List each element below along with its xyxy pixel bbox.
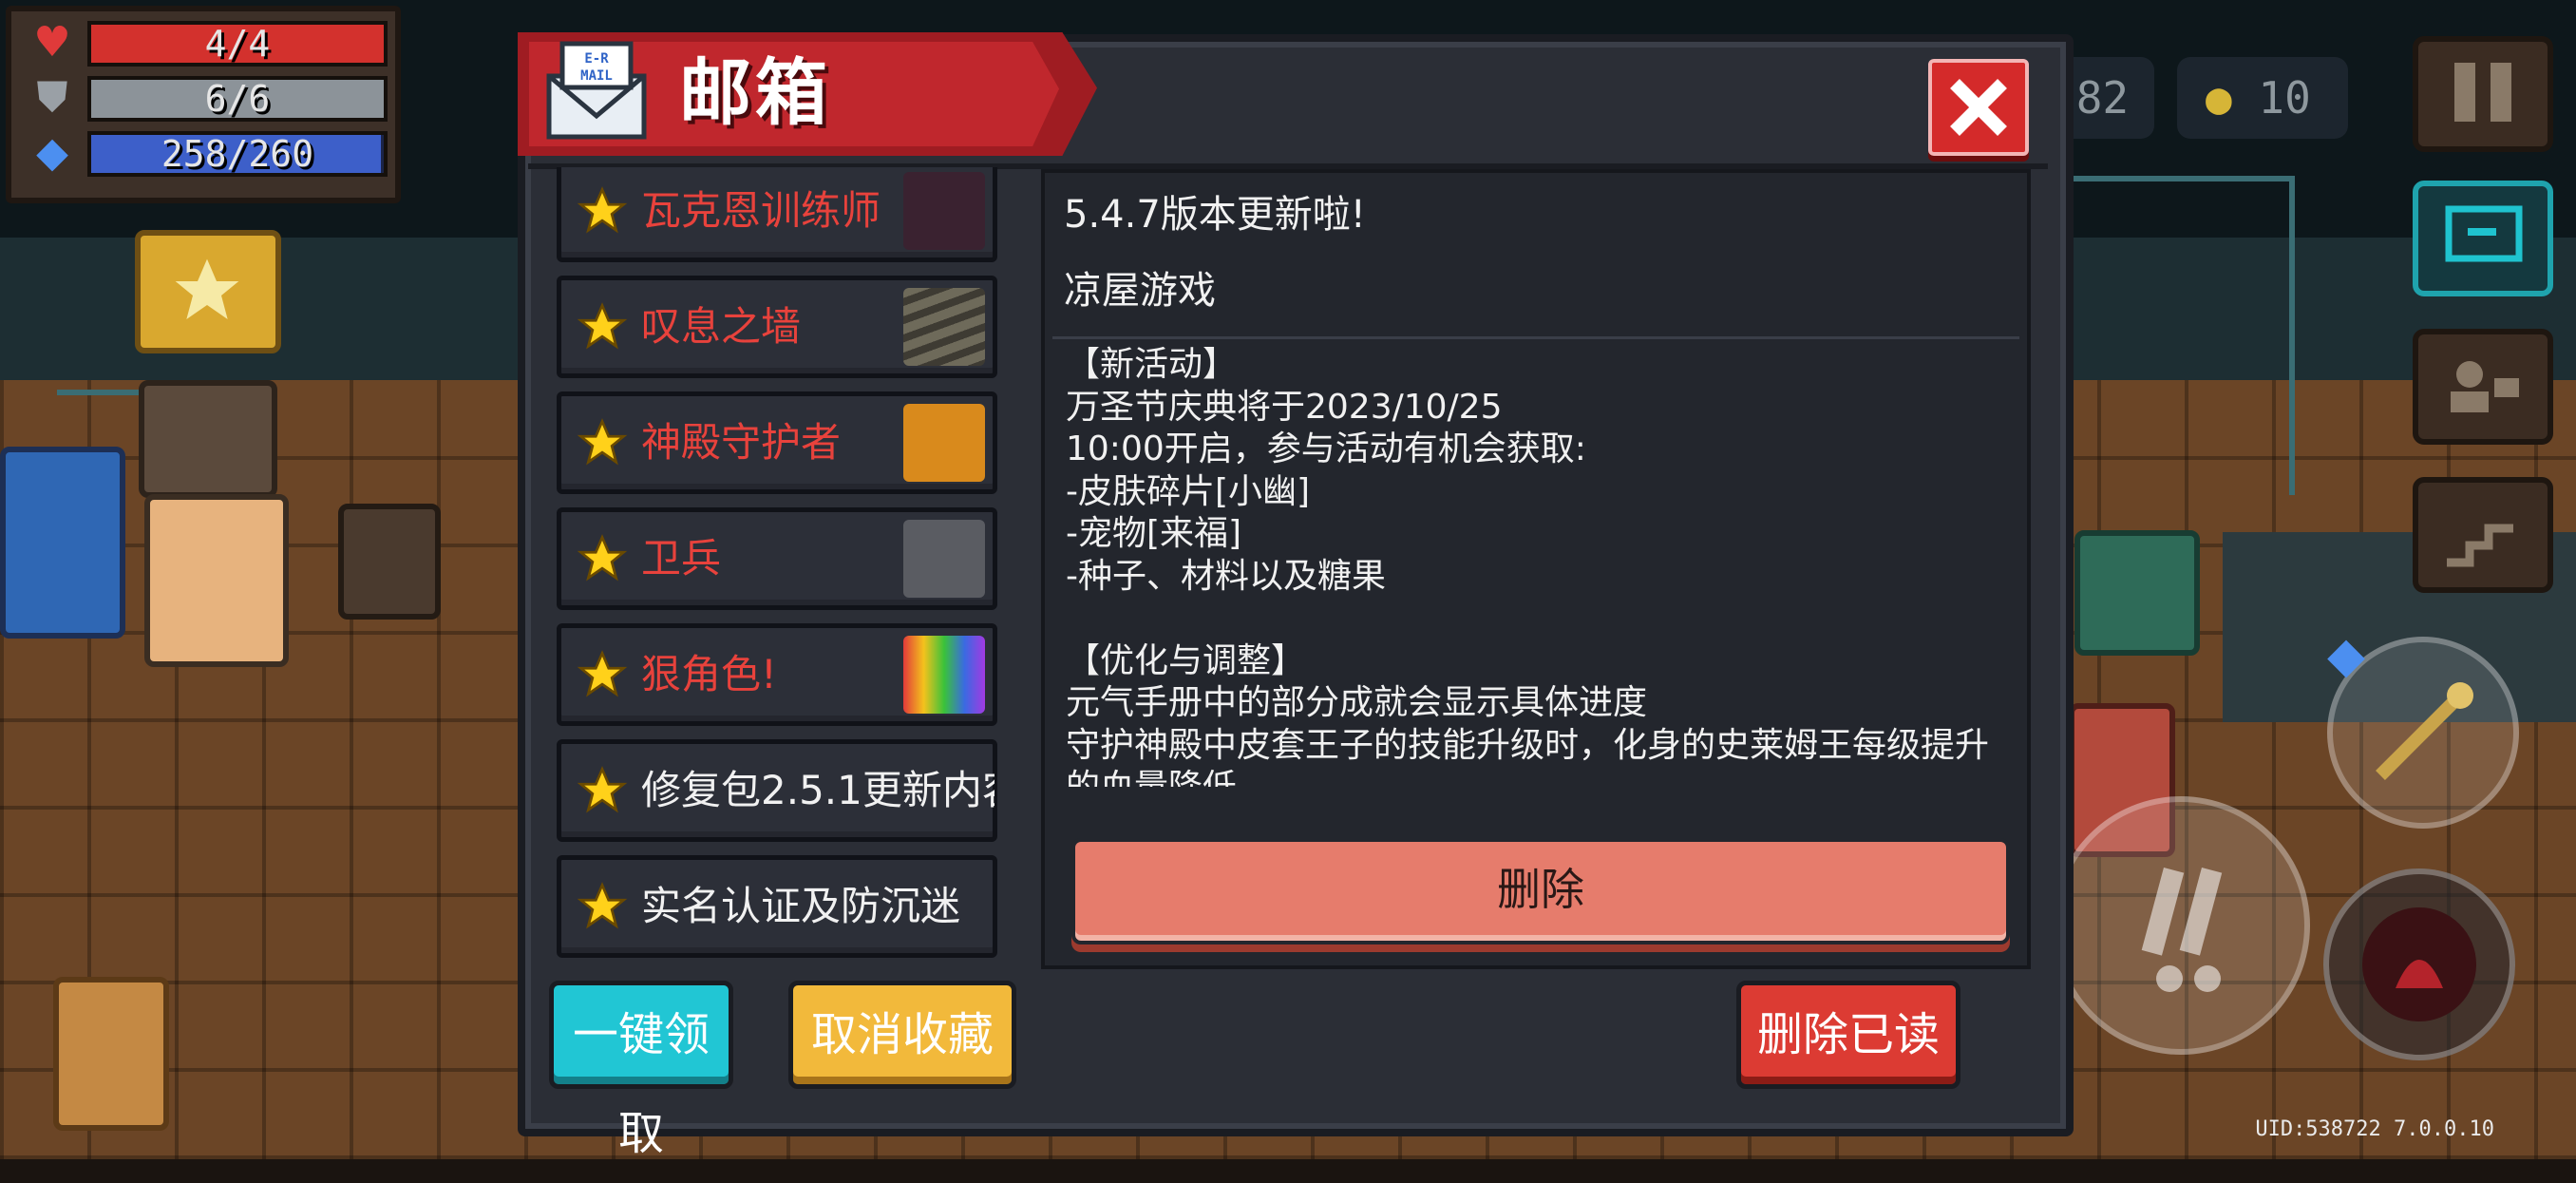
star-icon bbox=[577, 418, 628, 466]
mail-list-item[interactable]: 实名认证及防沉迷 bbox=[557, 855, 997, 958]
armor-bar: 6/6 bbox=[87, 76, 388, 122]
claim-all-button[interactable]: 一键领取 bbox=[549, 981, 733, 1160]
star-icon bbox=[175, 258, 239, 319]
skill-icon bbox=[2362, 907, 2476, 1021]
unfavorite-button[interactable]: 取消收藏 bbox=[788, 981, 1016, 1089]
chest[interactable] bbox=[338, 504, 441, 620]
dog-character bbox=[53, 977, 169, 1131]
energy-diamond-icon: ◆ bbox=[36, 128, 68, 177]
delete-button[interactable]: 删除 bbox=[1071, 838, 2010, 944]
close-icon bbox=[1950, 79, 2007, 136]
close-button[interactable] bbox=[1928, 59, 2029, 156]
guard-portrait-icon bbox=[903, 520, 985, 598]
mail-list[interactable]: 瓦克恩训练师 叹息之墙 神殿守护者 卫兵 狠角色! 修复包2.5.1更新内容 实… bbox=[557, 167, 1001, 962]
coin-counter: ● 10 bbox=[2177, 57, 2348, 139]
exclamation-icon bbox=[2141, 867, 2223, 992]
mail-list-item[interactable]: 狠角色! bbox=[557, 623, 997, 726]
refresh-pedestal[interactable] bbox=[139, 380, 277, 498]
skill-button[interactable] bbox=[2323, 868, 2515, 1060]
svg-text:E-R: E-R bbox=[584, 51, 609, 67]
mail-title: 5.4.7版本更新啦! bbox=[1064, 193, 1366, 237]
mail-body[interactable]: 【新活动】 万圣节庆典将于2023/10/25 10:00开启，参与活动有机会获… bbox=[1066, 344, 2016, 787]
energy-value: 258/260 bbox=[161, 133, 314, 175]
star-icon bbox=[577, 302, 628, 350]
mail-envelope-icon: E-R MAIL bbox=[546, 41, 647, 140]
panel-title: 邮箱 bbox=[679, 50, 831, 135]
health-bar: 4/4 bbox=[87, 21, 388, 67]
pause-button[interactable] bbox=[2413, 36, 2553, 152]
delete-read-button[interactable]: 删除已读 bbox=[1736, 981, 1960, 1089]
stairs-icon bbox=[2447, 524, 2513, 567]
attack-button[interactable] bbox=[2052, 796, 2310, 1055]
coin-icon: ● bbox=[2206, 72, 2232, 124]
monitor-icon bbox=[2445, 205, 2523, 262]
detail-divider bbox=[1052, 336, 2019, 339]
exit-stairs-button[interactable] bbox=[2413, 477, 2553, 593]
pause-icon bbox=[2454, 63, 2511, 122]
mail-item-label: 实名认证及防沉迷 bbox=[641, 883, 961, 929]
trainer-portrait-icon bbox=[903, 172, 985, 250]
mail-item-label: 修复包2.5.1更新内容 bbox=[641, 767, 994, 813]
star-icon bbox=[577, 766, 628, 813]
mail-detail-pane: 5.4.7版本更新啦! 凉屋游戏 【新活动】 万圣节庆典将于2023/10/25… bbox=[1041, 169, 2031, 969]
star-icon bbox=[577, 186, 628, 234]
wall-pipe bbox=[2061, 176, 2295, 495]
health-value: 4/4 bbox=[204, 23, 271, 65]
gacha-machine[interactable] bbox=[144, 494, 289, 667]
star-icon bbox=[577, 882, 628, 929]
svg-text:MAIL: MAIL bbox=[580, 68, 613, 84]
mech-character bbox=[0, 447, 125, 639]
uid-version-label: UID:538722 7.0.0.10 bbox=[2255, 1117, 2494, 1141]
star-icon bbox=[577, 534, 628, 582]
heart-icon: ♥ bbox=[33, 18, 71, 67]
mail-list-item[interactable]: 修复包2.5.1更新内容 bbox=[557, 739, 997, 842]
player-stats-panel: ♥ 4/4 ⛊ 6/6 ◆ 258/260 bbox=[6, 6, 401, 203]
wall-portrait-icon bbox=[903, 288, 985, 366]
star-pedestal[interactable] bbox=[135, 230, 281, 353]
profile-button[interactable] bbox=[2413, 329, 2553, 445]
shield-icon: ⛊ bbox=[36, 73, 68, 122]
green-crate bbox=[2074, 530, 2200, 656]
mail-sender: 凉屋游戏 bbox=[1064, 269, 1216, 313]
guardian-portrait-icon bbox=[903, 404, 985, 482]
armor-value: 6/6 bbox=[204, 78, 271, 120]
mail-list-item[interactable]: 卫兵 bbox=[557, 507, 997, 610]
star-icon bbox=[577, 650, 628, 697]
chat-monitor-button[interactable] bbox=[2413, 181, 2553, 296]
mail-list-item[interactable]: 神殿守护者 bbox=[557, 391, 997, 494]
weapon-energy-cost-icon: ◆ bbox=[2327, 627, 2365, 684]
tough-guy-portrait-icon bbox=[903, 636, 985, 714]
mail-list-item[interactable]: 叹息之墙 bbox=[557, 276, 997, 378]
profile-icon bbox=[2451, 361, 2519, 412]
coin-value: 10 bbox=[2258, 72, 2311, 124]
energy-bar: 258/260 bbox=[87, 131, 388, 177]
mail-list-item[interactable]: 瓦克恩训练师 bbox=[557, 167, 997, 262]
